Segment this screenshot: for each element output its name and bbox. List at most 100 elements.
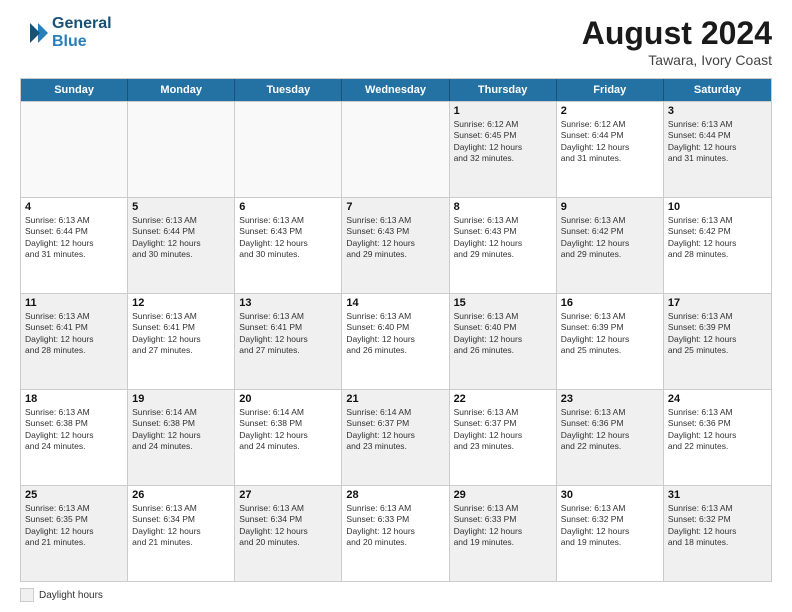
day-info: Sunrise: 6:13 AM Sunset: 6:43 PM Dayligh…	[454, 215, 552, 261]
day-number: 24	[668, 393, 767, 405]
day-info: Sunrise: 6:13 AM Sunset: 6:34 PM Dayligh…	[132, 503, 230, 549]
day-cell-12: 12 Sunrise: 6:13 AM Sunset: 6:41 PM Dayli…	[128, 294, 235, 389]
day-info: Sunrise: 6:14 AM Sunset: 6:37 PM Dayligh…	[346, 407, 444, 453]
day-cell-15: 15 Sunrise: 6:13 AM Sunset: 6:40 PM Dayli…	[450, 294, 557, 389]
day-info: Sunrise: 6:13 AM Sunset: 6:44 PM Dayligh…	[132, 215, 230, 261]
day-number: 21	[346, 393, 444, 405]
day-header-friday: Friday	[557, 79, 664, 101]
day-number: 16	[561, 297, 659, 309]
logo-text-general: General	[52, 15, 112, 33]
day-header-monday: Monday	[128, 79, 235, 101]
calendar-body: 1Sunrise: 6:12 AM Sunset: 6:45 PM Daylig…	[21, 101, 771, 581]
day-number: 25	[25, 489, 123, 501]
day-header-saturday: Saturday	[664, 79, 771, 101]
location-subtitle: Tawara, Ivory Coast	[582, 52, 772, 68]
day-number: 29	[454, 489, 552, 501]
day-cell-29: 29 Sunrise: 6:13 AM Sunset: 6:33 PM Dayli…	[450, 486, 557, 581]
title-block: August 2024 Tawara, Ivory Coast	[582, 15, 772, 68]
day-info: Sunrise: 6:13 AM Sunset: 6:41 PM Dayligh…	[239, 311, 337, 357]
day-number: 4	[25, 201, 123, 213]
day-info: Sunrise: 6:13 AM Sunset: 6:33 PM Dayligh…	[454, 503, 552, 549]
day-info: Sunrise: 6:13 AM Sunset: 6:37 PM Dayligh…	[454, 407, 552, 453]
legend: Daylight hours	[20, 588, 772, 602]
day-cell-19: 19Sunrise: 6:14 AM Sunset: 6:38 PM Dayli…	[128, 390, 235, 485]
day-info: Sunrise: 6:13 AM Sunset: 6:44 PM Dayligh…	[25, 215, 123, 261]
month-title: August 2024	[582, 15, 772, 52]
day-number: 26	[132, 489, 230, 501]
logo: General Blue	[20, 15, 112, 50]
day-number: 30	[561, 489, 659, 501]
empty-cell	[342, 102, 449, 197]
day-header-thursday: Thursday	[450, 79, 557, 101]
day-cell-23: 23Sunrise: 6:13 AM Sunset: 6:36 PM Dayli…	[557, 390, 664, 485]
day-cell-26: 26 Sunrise: 6:13 AM Sunset: 6:34 PM Dayli…	[128, 486, 235, 581]
calendar-header: SundayMondayTuesdayWednesdayThursdayFrid…	[21, 79, 771, 101]
day-info: Sunrise: 6:14 AM Sunset: 6:38 PM Dayligh…	[239, 407, 337, 453]
logo-icon	[20, 19, 48, 47]
day-info: Sunrise: 6:13 AM Sunset: 6:38 PM Dayligh…	[25, 407, 123, 453]
day-number: 9	[561, 201, 659, 213]
day-info: Sunrise: 6:13 AM Sunset: 6:39 PM Dayligh…	[561, 311, 659, 357]
day-cell-16: 16 Sunrise: 6:13 AM Sunset: 6:39 PM Dayli…	[557, 294, 664, 389]
day-number: 28	[346, 489, 444, 501]
day-number: 11	[25, 297, 123, 309]
day-info: Sunrise: 6:13 AM Sunset: 6:43 PM Dayligh…	[346, 215, 444, 261]
day-number: 2	[561, 105, 659, 117]
empty-cell	[128, 102, 235, 197]
legend-box	[20, 588, 34, 602]
day-info: Sunrise: 6:14 AM Sunset: 6:38 PM Dayligh…	[132, 407, 230, 453]
day-header-tuesday: Tuesday	[235, 79, 342, 101]
day-info: Sunrise: 6:13 AM Sunset: 6:40 PM Dayligh…	[454, 311, 552, 357]
day-number: 15	[454, 297, 552, 309]
day-cell-3: 3Sunrise: 6:13 AM Sunset: 6:44 PM Daylig…	[664, 102, 771, 197]
logo-text-blue: Blue	[52, 33, 112, 51]
day-cell-14: 14Sunrise: 6:13 AM Sunset: 6:40 PM Dayli…	[342, 294, 449, 389]
day-cell-8: 8 Sunrise: 6:13 AM Sunset: 6:43 PM Daylig…	[450, 198, 557, 293]
day-number: 8	[454, 201, 552, 213]
day-info: Sunrise: 6:13 AM Sunset: 6:32 PM Dayligh…	[561, 503, 659, 549]
week-row-3: 11 Sunrise: 6:13 AM Sunset: 6:41 PM Dayli…	[21, 293, 771, 389]
day-info: Sunrise: 6:13 AM Sunset: 6:42 PM Dayligh…	[561, 215, 659, 261]
day-info: Sunrise: 6:13 AM Sunset: 6:34 PM Dayligh…	[239, 503, 337, 549]
day-cell-17: 17Sunrise: 6:13 AM Sunset: 6:39 PM Dayli…	[664, 294, 771, 389]
day-number: 20	[239, 393, 337, 405]
day-cell-1: 1Sunrise: 6:12 AM Sunset: 6:45 PM Daylig…	[450, 102, 557, 197]
empty-cell	[21, 102, 128, 197]
day-number: 23	[561, 393, 659, 405]
week-row-4: 18Sunrise: 6:13 AM Sunset: 6:38 PM Dayli…	[21, 389, 771, 485]
page: General Blue August 2024 Tawara, Ivory C…	[0, 0, 792, 612]
day-number: 31	[668, 489, 767, 501]
day-cell-20: 20 Sunrise: 6:14 AM Sunset: 6:38 PM Dayli…	[235, 390, 342, 485]
day-info: Sunrise: 6:13 AM Sunset: 6:35 PM Dayligh…	[25, 503, 123, 549]
day-info: Sunrise: 6:12 AM Sunset: 6:45 PM Dayligh…	[454, 119, 552, 165]
day-info: Sunrise: 6:13 AM Sunset: 6:41 PM Dayligh…	[25, 311, 123, 357]
day-number: 6	[239, 201, 337, 213]
day-cell-30: 30 Sunrise: 6:13 AM Sunset: 6:32 PM Dayli…	[557, 486, 664, 581]
day-cell-27: 27 Sunrise: 6:13 AM Sunset: 6:34 PM Dayli…	[235, 486, 342, 581]
day-header-wednesday: Wednesday	[342, 79, 449, 101]
week-row-1: 1Sunrise: 6:12 AM Sunset: 6:45 PM Daylig…	[21, 101, 771, 197]
day-number: 5	[132, 201, 230, 213]
day-info: Sunrise: 6:12 AM Sunset: 6:44 PM Dayligh…	[561, 119, 659, 165]
day-cell-24: 24Sunrise: 6:13 AM Sunset: 6:36 PM Dayli…	[664, 390, 771, 485]
week-row-2: 4 Sunrise: 6:13 AM Sunset: 6:44 PM Daylig…	[21, 197, 771, 293]
day-info: Sunrise: 6:13 AM Sunset: 6:41 PM Dayligh…	[132, 311, 230, 357]
day-cell-5: 5 Sunrise: 6:13 AM Sunset: 6:44 PM Daylig…	[128, 198, 235, 293]
calendar: SundayMondayTuesdayWednesdayThursdayFrid…	[20, 78, 772, 582]
day-cell-22: 22Sunrise: 6:13 AM Sunset: 6:37 PM Dayli…	[450, 390, 557, 485]
day-cell-7: 7Sunrise: 6:13 AM Sunset: 6:43 PM Daylig…	[342, 198, 449, 293]
empty-cell	[235, 102, 342, 197]
day-cell-25: 25 Sunrise: 6:13 AM Sunset: 6:35 PM Dayli…	[21, 486, 128, 581]
day-number: 27	[239, 489, 337, 501]
day-header-sunday: Sunday	[21, 79, 128, 101]
week-row-5: 25 Sunrise: 6:13 AM Sunset: 6:35 PM Dayli…	[21, 485, 771, 581]
day-number: 3	[668, 105, 767, 117]
day-cell-13: 13Sunrise: 6:13 AM Sunset: 6:41 PM Dayli…	[235, 294, 342, 389]
day-cell-10: 10Sunrise: 6:13 AM Sunset: 6:42 PM Dayli…	[664, 198, 771, 293]
day-info: Sunrise: 6:13 AM Sunset: 6:43 PM Dayligh…	[239, 215, 337, 261]
day-cell-28: 28 Sunrise: 6:13 AM Sunset: 6:33 PM Dayli…	[342, 486, 449, 581]
day-number: 12	[132, 297, 230, 309]
day-cell-2: 2 Sunrise: 6:12 AM Sunset: 6:44 PM Daylig…	[557, 102, 664, 197]
day-info: Sunrise: 6:13 AM Sunset: 6:33 PM Dayligh…	[346, 503, 444, 549]
day-cell-4: 4 Sunrise: 6:13 AM Sunset: 6:44 PM Daylig…	[21, 198, 128, 293]
